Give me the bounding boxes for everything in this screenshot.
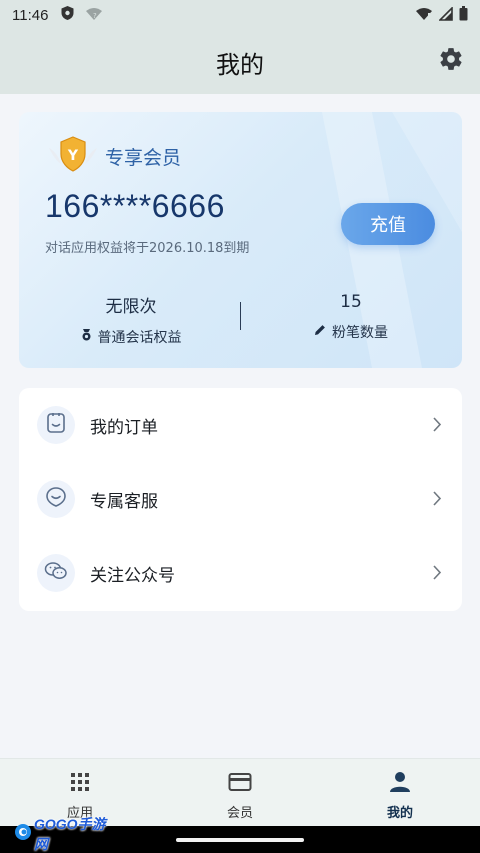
phone-number: 166****6666 (45, 188, 225, 224)
menu-icon-wrap (37, 554, 75, 592)
grid-icon (70, 770, 90, 794)
wifi-icon (415, 6, 433, 25)
wechat-icon (44, 561, 68, 585)
member-type-label: 专享会员 (105, 147, 182, 169)
watermark-logo-icon (14, 823, 32, 845)
nav-label: 会员 (226, 806, 253, 821)
menu-icon-wrap (37, 480, 75, 518)
gear-icon (438, 46, 464, 76)
stat-label: 粉笔数量 (332, 325, 388, 341)
stat-label: 普通会话权益 (97, 330, 182, 346)
battery-icon (459, 5, 468, 25)
menu-icon-wrap (37, 406, 75, 444)
stat-label-row: 普通会话权益 (31, 327, 231, 347)
svg-text:?: ? (93, 12, 97, 20)
card-icon (228, 770, 252, 794)
chevron-right-icon (432, 564, 442, 585)
stat-label-row: 粉笔数量 (251, 322, 451, 342)
menu-label: 关注公众号 (90, 565, 175, 586)
pencil-icon (314, 324, 326, 340)
svg-text:Y: Y (67, 148, 79, 164)
home-gesture-handle[interactable] (176, 838, 304, 842)
shield-icon (60, 5, 75, 25)
stat-value: 15 (340, 292, 362, 312)
app-header: 我的 (0, 30, 480, 94)
chevron-right-icon (432, 416, 442, 437)
page-title: 我的 (216, 50, 264, 79)
menu-label: 专属客服 (90, 491, 158, 512)
nav-tab-mine[interactable]: 我的 (320, 759, 480, 827)
menu-card: 我的订单 专属客服 关注公众号 (19, 388, 462, 611)
watermark-text: GOGO手游网 (34, 816, 106, 852)
menu-item-follow-account[interactable]: 关注公众号 (19, 536, 462, 610)
chevron-right-icon (432, 490, 442, 511)
nav-label: 我的 (386, 806, 413, 821)
person-icon (389, 770, 411, 794)
stat-chat-quota: 无限次 普通会话权益 (31, 292, 231, 347)
status-bar: 11:46 ? (0, 0, 480, 30)
site-watermark: GOGO手游网 (14, 816, 108, 852)
order-icon (46, 412, 66, 438)
recharge-button[interactable]: 充值 (341, 203, 435, 245)
stat-divider (240, 302, 241, 330)
menu-label: 我的订单 (90, 417, 158, 438)
service-icon (45, 486, 67, 512)
medal-icon (81, 329, 92, 345)
signal-icon (438, 5, 453, 25)
menu-item-orders[interactable]: 我的订单 (19, 388, 462, 462)
expiry-text: 对话应用权益将于2026.10.18到期 (45, 241, 250, 256)
wifi-question-icon: ? (85, 6, 103, 25)
settings-button[interactable] (436, 46, 466, 76)
menu-item-customer-service[interactable]: 专属客服 (19, 462, 462, 536)
status-time: 11:46 (12, 6, 49, 24)
member-card: Y 专享会员 166****6666 对话应用权益将于2026.10.18到期 … (19, 112, 462, 368)
stat-value: 无限次 (105, 297, 157, 317)
vip-badge-icon: Y (47, 134, 97, 174)
nav-tab-membership[interactable]: 会员 (160, 759, 320, 827)
stat-chalk-count: 15 粉笔数量 (251, 292, 451, 342)
